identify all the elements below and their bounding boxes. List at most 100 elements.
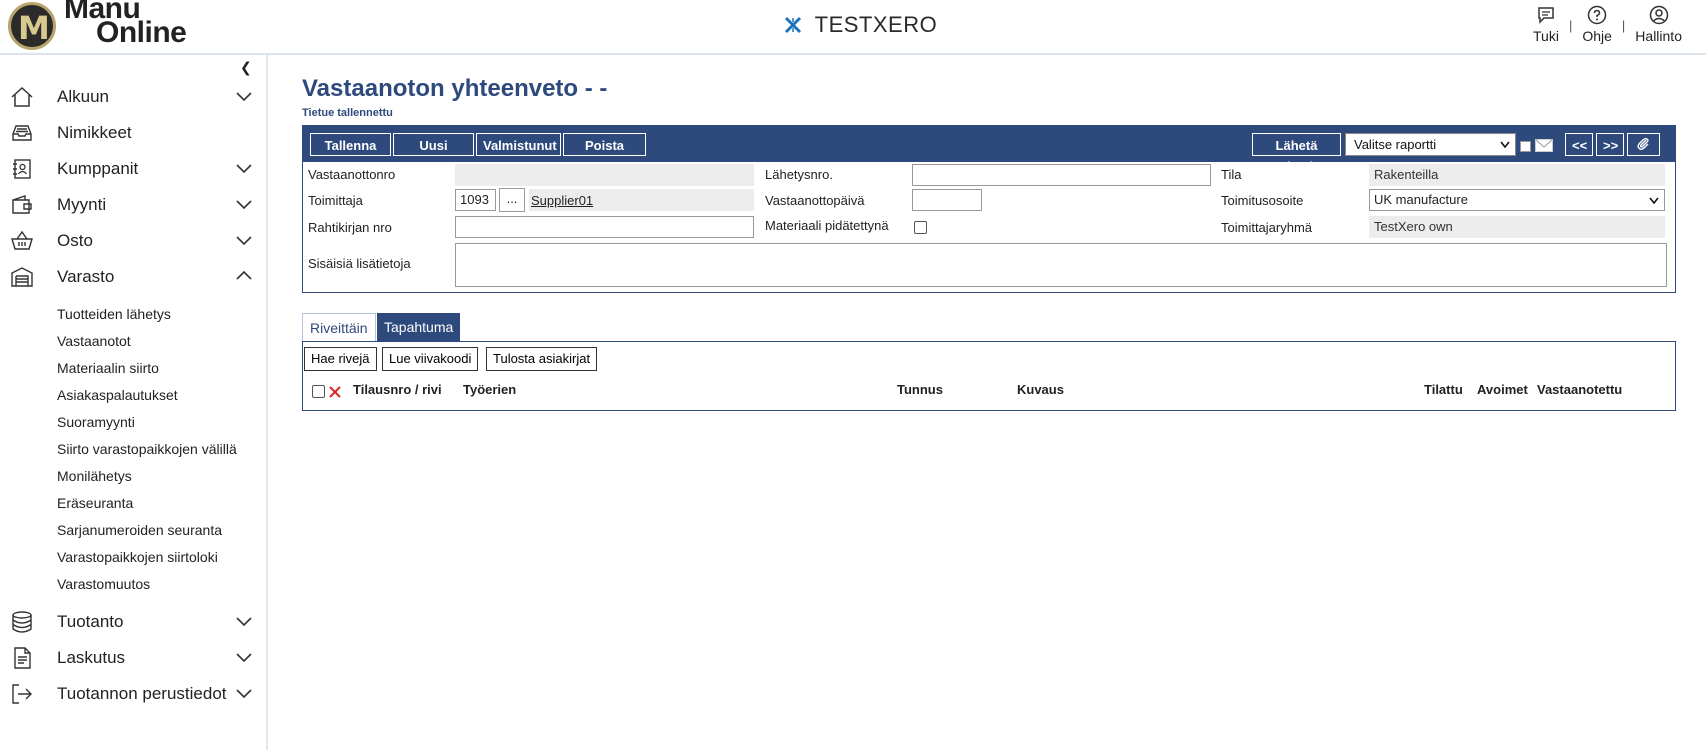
sidebar-item-laskutus[interactable]: Laskutus	[0, 640, 268, 676]
submenu-item[interactable]: Varastopaikkojen siirtoloki	[57, 544, 268, 571]
sidebar-item-label: Laskutus	[57, 648, 126, 667]
sidebar-item-varasto[interactable]: Varasto	[0, 259, 268, 295]
admin-link[interactable]: Hallinto	[1625, 4, 1692, 44]
sidebar-item-label: Osto	[57, 231, 93, 250]
submenu-item[interactable]: Sarjanumeroiden seuranta	[57, 517, 268, 544]
tab-bar: Riveittäin Tapahtuma	[302, 313, 1676, 341]
chevron-down-icon	[1649, 197, 1659, 204]
report-select[interactable]: Valitse raportti	[1345, 133, 1516, 156]
events-panel: Hae rivejä Lue viivakoodi Tulosta asiaki…	[302, 341, 1676, 411]
sidebar-item-tuotanto[interactable]: Tuotanto	[0, 604, 268, 640]
fetch-rows-button[interactable]: Hae rivejä	[304, 347, 377, 371]
read-barcode-button[interactable]: Lue viivakoodi	[382, 347, 479, 371]
chevron-down-icon[interactable]	[235, 612, 253, 630]
sidebar-item-label: Alkuun	[57, 87, 109, 106]
support-label: Tuki	[1533, 28, 1559, 44]
chevron-down-icon[interactable]	[235, 195, 253, 213]
submenu-item[interactable]: Eräseuranta	[57, 490, 268, 517]
delivery-address-select[interactable]: UK manufacture	[1369, 189, 1665, 211]
logo-mark-letter: M	[18, 9, 50, 47]
next-button[interactable]: >>	[1596, 133, 1624, 156]
delete-x-icon[interactable]	[328, 385, 342, 399]
submenu-item[interactable]: Asiakaspalautukset	[57, 382, 268, 409]
column-header[interactable]: Kuvaus	[1017, 382, 1064, 397]
supplier-lookup-button[interactable]: ...	[499, 188, 525, 212]
exit-icon	[10, 682, 34, 706]
testxero-logo-icon	[784, 12, 809, 37]
column-header[interactable]: Tilausnro / rivi	[353, 382, 442, 397]
support-link[interactable]: Tuki	[1523, 4, 1569, 44]
select-all-checkbox[interactable]	[312, 385, 325, 398]
tab-tapahtuma[interactable]: Tapahtuma	[377, 313, 461, 341]
sidebar-item-nimikkeet[interactable]: Nimikkeet	[0, 115, 268, 151]
column-header[interactable]: Tilattu	[1424, 382, 1463, 397]
supplier-name-link[interactable]: Supplier01	[531, 193, 593, 208]
logo-wordmark: Manu Online	[64, 0, 187, 48]
supplier-id-input[interactable]: 1093	[455, 189, 496, 211]
wallet-icon	[10, 193, 34, 217]
receipt-date-input[interactable]	[912, 189, 982, 211]
sidebar-item-label: Nimikkeet	[57, 123, 132, 142]
chevron-down-icon[interactable]	[235, 231, 253, 249]
page-title: Vastaanoton yhteenveto - -	[302, 75, 608, 102]
receipt-no-label: Vastaanottonro	[308, 167, 396, 182]
sidebar-item-tuotannon-perustiedot[interactable]: Tuotannon perustiedot	[0, 676, 268, 712]
material-held-checkbox[interactable]	[914, 221, 927, 234]
prev-button[interactable]: <<	[1565, 133, 1593, 156]
sidebar-item-alkuun[interactable]: Alkuun	[0, 79, 268, 115]
column-header[interactable]: Tunnus	[897, 382, 943, 397]
column-header[interactable]: Työerien	[463, 382, 516, 397]
sidebar: ❮ Alkuun Nimikkeet Kumppanit Myynti Osto	[0, 55, 268, 750]
submenu-item[interactable]: Materiaalin siirto	[57, 355, 268, 382]
collapse-sidebar-icon[interactable]: ❮	[240, 59, 252, 76]
internal-notes-label: Sisäisiä lisätietoja	[308, 256, 411, 271]
send-message-button[interactable]: Lähetä viesti	[1252, 133, 1341, 174]
supplier-group-field: TestXero own	[1369, 216, 1665, 238]
dispatch-no-input[interactable]	[912, 164, 1211, 186]
varasto-submenu: Tuotteiden lähetys Vastaanotot Materiaal…	[0, 295, 268, 604]
top-links: Tuki | Ohje | Hallinto	[1523, 4, 1692, 44]
internal-notes-textarea[interactable]	[455, 243, 1667, 287]
submenu-item[interactable]: Suoramyynti	[57, 409, 268, 436]
document-icon	[10, 646, 34, 670]
report-checkbox[interactable]	[1520, 141, 1531, 152]
sidebar-item-label: Kumppanit	[57, 159, 139, 178]
print-documents-button[interactable]: Tulosta asiakirjat	[486, 347, 598, 371]
admin-label: Hallinto	[1635, 28, 1682, 44]
sidebar-item-osto[interactable]: Osto	[0, 223, 268, 259]
submenu-item[interactable]: Vastaanotot	[57, 328, 268, 355]
inbox-icon	[10, 121, 34, 145]
sidebar-item-label: Varasto	[57, 267, 115, 286]
brand-name: TESTXERO	[814, 12, 938, 37]
waybill-input[interactable]	[455, 216, 754, 238]
tab-riveittain[interactable]: Riveittäin	[302, 313, 376, 341]
submenu-item[interactable]: Varastomuutos	[57, 571, 268, 598]
top-header: M Manu Online TESTXERO Tuki | Ohje | Hal…	[0, 0, 1706, 55]
chevron-down-icon[interactable]	[235, 87, 253, 105]
email-icon[interactable]	[1535, 139, 1553, 152]
sidebar-item-kumppanit[interactable]: Kumppanit	[0, 151, 268, 187]
chevron-down-icon[interactable]	[235, 159, 253, 177]
attach-button[interactable]	[1627, 133, 1660, 156]
column-header[interactable]: Avoimet	[1477, 382, 1528, 397]
status-field: Rakenteilla	[1369, 164, 1665, 186]
chevron-down-icon[interactable]	[235, 648, 253, 666]
material-held-label: Materiaali pidätettynä	[765, 218, 889, 233]
submenu-item[interactable]: Tuotteiden lähetys	[57, 301, 268, 328]
done-button[interactable]: Valmistunut	[476, 133, 561, 156]
chevron-up-icon[interactable]	[235, 267, 253, 285]
column-header[interactable]: Vastaanotettu	[1537, 382, 1622, 397]
save-status: Tietue tallennettu	[302, 107, 393, 119]
save-button[interactable]: Tallenna	[310, 133, 391, 156]
submenu-item[interactable]: Siirto varastopaikkojen välillä	[57, 436, 268, 463]
delete-button[interactable]: Poista	[563, 133, 646, 156]
chat-icon	[1535, 4, 1557, 26]
submenu-item[interactable]: Monilähetys	[57, 463, 268, 490]
chevron-down-icon	[1500, 141, 1510, 148]
manu-online-logo[interactable]: M Manu Online	[8, 0, 208, 51]
chevron-down-icon[interactable]	[235, 684, 253, 702]
help-link[interactable]: Ohje	[1572, 4, 1622, 44]
new-button[interactable]: Uusi	[393, 133, 474, 156]
sidebar-item-myynti[interactable]: Myynti	[0, 187, 268, 223]
user-icon	[1648, 4, 1670, 26]
